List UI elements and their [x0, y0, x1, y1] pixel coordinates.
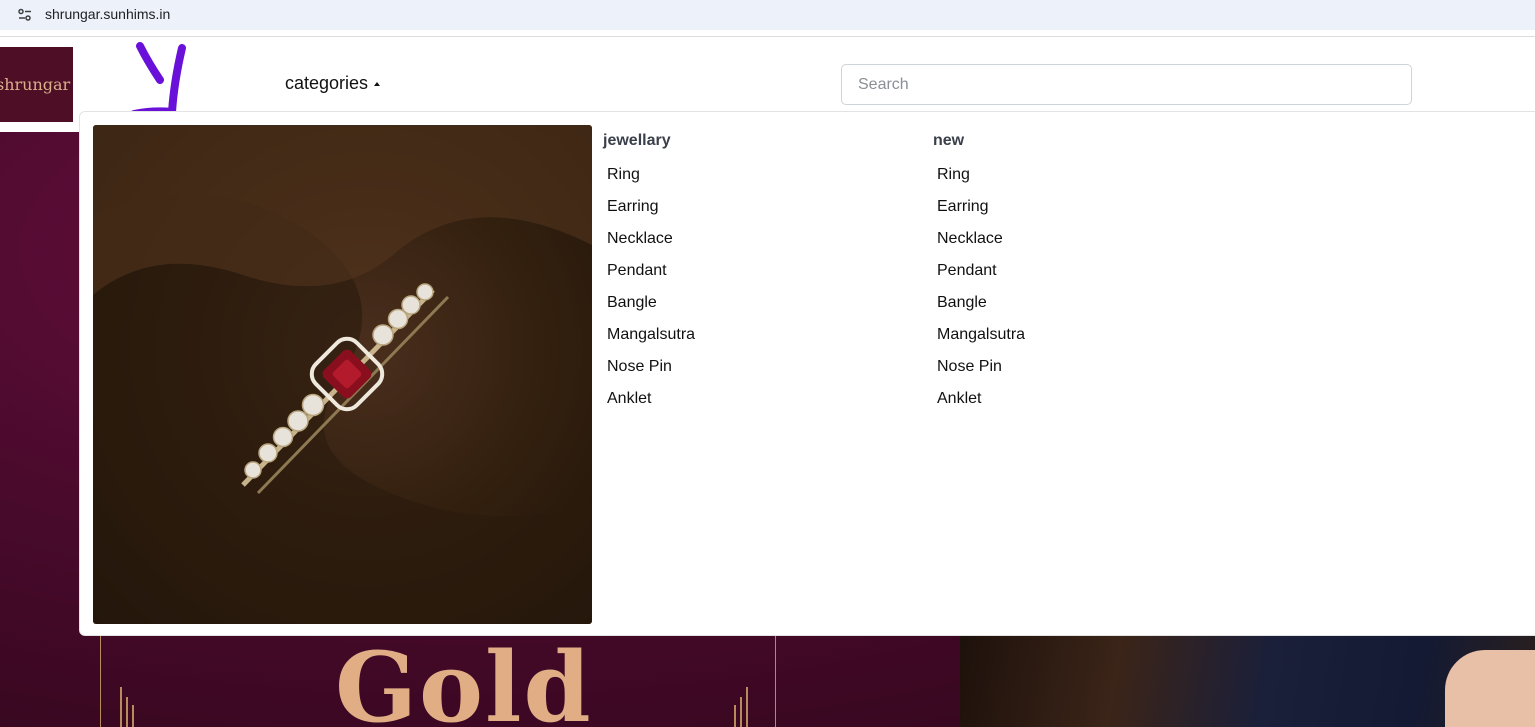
menu-item-mangalsutra[interactable]: Mangalsutra	[603, 323, 903, 355]
menu-item-ring[interactable]: Ring	[933, 163, 1233, 195]
promo-bangle-image[interactable]	[93, 125, 592, 624]
menu-item-bangle[interactable]: Bangle	[933, 291, 1233, 323]
categories-dropdown: jewellary Ring Earring Necklace Pendant …	[79, 111, 1535, 636]
menu-item-ring[interactable]: Ring	[603, 163, 903, 195]
brand-logo[interactable]: shrungar	[0, 47, 73, 122]
toolbar-divider	[0, 36, 1535, 37]
menu-column-heading[interactable]: jewellary	[603, 131, 903, 155]
menu-column-jewellary: jewellary Ring Earring Necklace Pendant …	[603, 131, 903, 419]
menu-item-necklace[interactable]: Necklace	[933, 227, 1233, 259]
annotation-pen-mark	[130, 42, 186, 118]
menu-item-earring[interactable]: Earring	[933, 195, 1233, 227]
menu-item-earring[interactable]: Earring	[603, 195, 903, 227]
menu-item-anklet[interactable]: Anklet	[933, 387, 1233, 419]
page: shrungar.sunhims.in Gold shrungar catego…	[0, 0, 1535, 727]
categories-label: categories	[285, 73, 369, 93]
categories-menu-toggle[interactable]: categories	[285, 73, 381, 94]
address-url[interactable]: shrungar.sunhims.in	[45, 6, 170, 22]
caret-up-icon	[374, 82, 381, 86]
menu-column-heading[interactable]: new	[933, 131, 1233, 155]
menu-item-anklet[interactable]: Anklet	[603, 387, 903, 419]
menu-item-nose-pin[interactable]: Nose Pin	[603, 355, 903, 387]
bangle-illustration	[93, 125, 592, 624]
menu-item-bangle[interactable]: Bangle	[603, 291, 903, 323]
search-input[interactable]	[841, 64, 1412, 105]
brand-logo-text: shrungar	[0, 75, 71, 94]
menu-item-necklace[interactable]: Necklace	[603, 227, 903, 259]
hero-model-hand	[1445, 650, 1535, 727]
menu-column-new: new Ring Earring Necklace Pendant Bangle…	[933, 131, 1233, 419]
menu-item-nose-pin[interactable]: Nose Pin	[933, 355, 1233, 387]
menu-item-pendant[interactable]: Pendant	[933, 259, 1233, 291]
menu-item-pendant[interactable]: Pendant	[603, 259, 903, 291]
site-info-button[interactable]	[12, 3, 38, 27]
browser-address-bar: shrungar.sunhims.in	[0, 0, 1535, 30]
hero-title: Gold	[335, 631, 593, 727]
menu-item-mangalsutra[interactable]: Mangalsutra	[933, 323, 1233, 355]
tune-icon	[18, 8, 31, 21]
